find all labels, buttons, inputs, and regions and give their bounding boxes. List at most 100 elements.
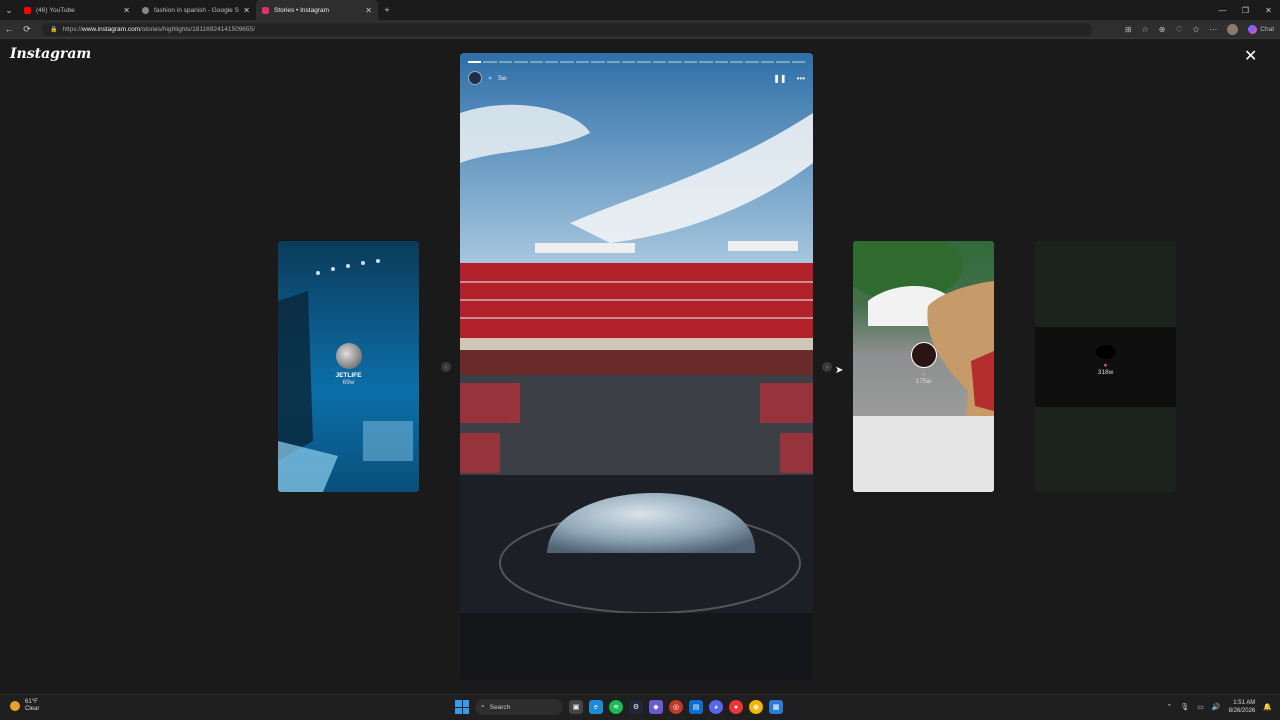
google-icon xyxy=(142,6,149,14)
weather-widget[interactable]: 61°F Clear xyxy=(10,699,39,713)
story-owner-info: ● 318w xyxy=(1035,345,1176,376)
progress-segment xyxy=(498,61,513,63)
browser-essentials-icon[interactable]: ♡ xyxy=(1175,25,1182,34)
instagram-logo[interactable]: Instagram xyxy=(10,46,91,62)
minimize-icon[interactable]: — xyxy=(1211,0,1234,20)
previous-story-preview[interactable]: JETLIFE 69w xyxy=(278,241,419,492)
chrome-icon[interactable]: ◉ xyxy=(749,700,763,714)
progress-segment xyxy=(745,61,759,63)
progress-segment xyxy=(606,61,621,63)
progress-segment xyxy=(545,61,559,63)
windows-start-icon[interactable] xyxy=(455,700,469,714)
reading-view-icon[interactable]: ⊞ xyxy=(1125,25,1132,34)
progress-segment xyxy=(560,61,574,63)
close-icon[interactable]: ✕ xyxy=(1244,49,1257,65)
progress-segment xyxy=(683,61,698,63)
maximize-icon[interactable]: ❐ xyxy=(1234,0,1257,20)
discord-icon[interactable]: ◕ xyxy=(709,700,723,714)
progress-segment xyxy=(622,61,636,63)
highlight-icon: ● xyxy=(488,74,493,82)
favorites-icon[interactable]: ✩ xyxy=(1193,25,1200,34)
next-story-preview[interactable]: ♦ 175w xyxy=(853,241,994,492)
clock[interactable]: 1:51 AM 8/26/2026 xyxy=(1229,699,1256,715)
steam-icon[interactable]: ⚙ xyxy=(629,700,643,714)
account-icon: ● xyxy=(1103,362,1108,369)
progress-segment xyxy=(575,61,590,63)
tab-google-search[interactable]: fashion in spanish - Google Search ✕ xyxy=(136,0,256,20)
previous-arrow-icon[interactable]: ‹ xyxy=(441,362,451,372)
tab-title: Stories • Instagram xyxy=(274,6,330,14)
story-viewer: Instagram ✕ JETLIFE 69w ‹ ● 5w ❚❚ ••• › … xyxy=(0,40,1280,694)
volume-icon[interactable]: 🔊 xyxy=(1212,703,1221,711)
story-age: 69w xyxy=(342,379,355,386)
progress-segment xyxy=(514,61,528,63)
progress-segment xyxy=(760,61,775,63)
time: 1:51 AM xyxy=(1233,700,1256,706)
story-header: ● 5w ❚❚ ••• xyxy=(468,71,805,85)
edge-icon[interactable]: e xyxy=(589,700,603,714)
task-view-icon[interactable]: ▣ xyxy=(569,700,583,714)
avatar[interactable] xyxy=(468,71,482,85)
app-icon[interactable]: ◆ xyxy=(649,700,663,714)
progress-segment xyxy=(776,61,790,63)
progress-segment xyxy=(699,61,713,63)
tab-instagram[interactable]: Stories • Instagram ✕ xyxy=(256,0,378,20)
browser-tab-bar: ⌄ (46) YouTube ✕ fashion in spanish - Go… xyxy=(0,0,1280,20)
url-path: /stories/highlights/18116924141509655/ xyxy=(140,25,255,33)
youtube-icon xyxy=(24,6,31,14)
favorite-star-icon[interactable]: ☆ xyxy=(1142,25,1149,34)
stadium-photo xyxy=(460,53,813,680)
next-arrow-icon[interactable]: › xyxy=(822,362,832,372)
url-prefix: https:// xyxy=(62,25,82,33)
tab-title: fashion in spanish - Google Search xyxy=(154,6,239,14)
more-options-icon[interactable]: ⋯ xyxy=(1209,25,1217,34)
active-story[interactable]: ● 5w ❚❚ ••• xyxy=(460,53,813,680)
browser-toolbar: ⊞ ☆ ⊕ ♡ ✩ ⋯ Chat xyxy=(1125,20,1274,39)
url-host: www.instagram.com xyxy=(82,25,141,33)
account-icon: ♦ xyxy=(921,371,926,378)
progress-segment xyxy=(714,61,728,63)
tab-list-icon[interactable]: ⌄ xyxy=(0,0,18,20)
upcoming-story-preview[interactable]: ● 318w xyxy=(1035,241,1176,492)
close-tab-icon[interactable]: ✕ xyxy=(365,6,372,15)
profile-avatar[interactable] xyxy=(1227,24,1239,35)
pause-icon[interactable]: ❚❚ xyxy=(773,74,786,83)
more-options-icon[interactable]: ••• xyxy=(797,74,805,83)
progress-segment xyxy=(483,61,497,63)
tab-youtube[interactable]: (46) YouTube ✕ xyxy=(18,0,136,20)
progress-segment xyxy=(791,61,805,63)
story-progress-bar xyxy=(468,61,805,63)
microphone-icon[interactable]: 🎙 xyxy=(1180,703,1189,711)
close-tab-icon[interactable]: ✕ xyxy=(123,6,130,15)
progress-segment xyxy=(591,61,605,63)
lock-icon: 🔒 xyxy=(50,26,58,33)
address-bar: ← ⟳ 🔒 https://www.instagram.com/stories/… xyxy=(0,20,1280,39)
new-tab-button[interactable]: + xyxy=(378,0,396,20)
taskbar-search[interactable]: ⌕ Search xyxy=(475,699,563,715)
story-owner-info: ♦ 175w xyxy=(853,342,994,385)
avatar xyxy=(1095,345,1116,359)
progress-segment xyxy=(637,61,651,63)
weather-condition: Clear xyxy=(25,706,40,712)
url-field[interactable]: 🔒 https://www.instagram.com/stories/high… xyxy=(42,22,1092,36)
copilot-chat-button[interactable]: Chat xyxy=(1248,25,1274,34)
close-window-icon[interactable]: ✕ xyxy=(1257,0,1280,20)
app-icon[interactable]: ● xyxy=(729,700,743,714)
temperature: 61°F xyxy=(25,699,38,705)
app-icon[interactable]: ◎ xyxy=(669,700,683,714)
back-icon[interactable]: ← xyxy=(0,24,18,34)
network-icon[interactable]: ▭ xyxy=(1197,703,1204,711)
username: JETLIFE xyxy=(335,372,362,379)
refresh-icon[interactable]: ⟳ xyxy=(18,24,36,35)
notification-bell-icon[interactable]: 🔔 xyxy=(1263,703,1272,711)
close-tab-icon[interactable]: ✕ xyxy=(243,6,250,15)
extensions-icon[interactable]: ⊕ xyxy=(1159,25,1166,34)
progress-segment xyxy=(529,61,544,63)
spotify-icon[interactable]: ≋ xyxy=(609,700,623,714)
tab-title: (46) YouTube xyxy=(36,6,75,14)
window-controls: — ❐ ✕ xyxy=(1211,0,1280,20)
store-icon[interactable]: ▤ xyxy=(689,700,703,714)
chevron-up-icon[interactable]: ⌃ xyxy=(1166,703,1172,711)
mouse-cursor-icon: ➤ xyxy=(835,365,844,376)
notepad-icon[interactable]: ▦ xyxy=(769,700,783,714)
